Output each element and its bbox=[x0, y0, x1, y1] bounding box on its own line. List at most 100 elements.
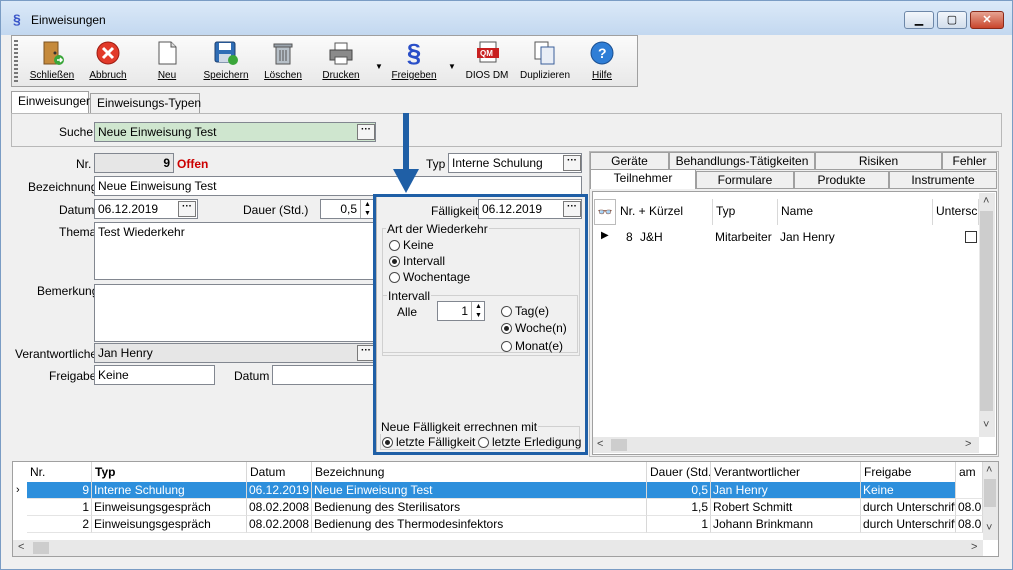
tab-instrumente[interactable]: Instrumente bbox=[889, 171, 997, 189]
print-toolbar-button[interactable]: Drucken bbox=[313, 40, 369, 84]
grid-header-nr[interactable]: Nr. bbox=[27, 462, 92, 482]
tab-risiken[interactable]: Risiken bbox=[815, 152, 942, 170]
tab-formulare[interactable]: Formulare bbox=[696, 171, 794, 189]
cell-datum[interactable]: 08.02.2008 bbox=[247, 499, 312, 516]
tab-einweisungen[interactable]: Einweisungen bbox=[11, 91, 93, 113]
release-toolbar-button[interactable]: § Freigeben bbox=[386, 38, 442, 84]
thema-field[interactable]: Test Wiederkehr bbox=[94, 222, 384, 280]
verantwortlicher-label: Verantwortlicher bbox=[15, 347, 102, 361]
cell-freigabe[interactable]: durch Unterschrift bbox=[861, 499, 956, 516]
cancel-icon bbox=[95, 40, 121, 66]
save-toolbar-button[interactable]: Speichern bbox=[198, 40, 254, 84]
participants-header-nr[interactable]: Nr. + Kürzel bbox=[617, 199, 713, 225]
cell-am[interactable]: 08.02 bbox=[956, 499, 983, 516]
toolbar: Schließen Abbruch Neu Speichern Löschen bbox=[11, 35, 638, 87]
chevron-left-icon[interactable]: < bbox=[18, 541, 24, 553]
grid-header-typ[interactable]: Typ bbox=[92, 462, 247, 482]
tab-produkte[interactable]: Produkte bbox=[794, 171, 889, 189]
grid-header-datum[interactable]: Datum bbox=[247, 462, 312, 482]
participant-row[interactable]: 8 J&H Mitarbeiter Jan Henry bbox=[617, 229, 979, 245]
cell-freigabe[interactable]: durch Unterschrift bbox=[861, 516, 956, 533]
cell-bezeichnung[interactable]: Bedienung des Thermodesinfektors bbox=[312, 516, 647, 533]
cell-typ[interactable]: Einweisungsgespräch bbox=[92, 499, 247, 516]
records-vscroll[interactable]: ˄ ˅ bbox=[983, 462, 998, 540]
freigabe-datum-field[interactable] bbox=[272, 365, 382, 385]
chevron-down-icon[interactable]: ˅ bbox=[983, 419, 989, 431]
glasses-icon[interactable]: 👓 bbox=[594, 199, 616, 225]
release-dropdown-icon[interactable]: ▼ bbox=[448, 62, 456, 71]
cell-verantwortlicher[interactable]: Robert Schmitt bbox=[711, 499, 861, 516]
participants-header-unterschrift[interactable]: Untersch bbox=[933, 199, 979, 225]
scroll-thumb[interactable] bbox=[611, 439, 627, 451]
tab-teilnehmer[interactable]: Teilnehmer bbox=[590, 169, 696, 189]
close-button[interactable]: ✕ bbox=[970, 11, 1004, 29]
participant-signed-checkbox[interactable] bbox=[965, 231, 977, 243]
chevron-up-icon[interactable]: ˄ bbox=[983, 195, 989, 207]
grid-header-verantwortlicher[interactable]: Verantwortlicher bbox=[711, 462, 861, 482]
typ-ellipsis-button[interactable]: ··· bbox=[563, 155, 581, 171]
cell-typ[interactable]: Einweisungsgespräch bbox=[92, 516, 247, 533]
freigabe-field[interactable]: Keine bbox=[94, 365, 215, 385]
tab-einweisungs-typen[interactable]: Einweisungs-Typen bbox=[90, 93, 201, 113]
cell-nr[interactable]: 9 bbox=[27, 482, 92, 499]
scroll-thumb[interactable] bbox=[984, 479, 996, 507]
duplicate-toolbar-button[interactable]: Duplizieren bbox=[517, 40, 573, 84]
cell-am[interactable]: 08.02 bbox=[956, 516, 983, 533]
print-dropdown-icon[interactable]: ▼ bbox=[375, 62, 383, 71]
maximize-button[interactable]: ▢ bbox=[937, 11, 967, 29]
cell-typ[interactable]: Interne Schulung bbox=[92, 482, 247, 499]
tab-behandlungs-taetigkeiten[interactable]: Behandlungs-Tätigkeiten bbox=[669, 152, 815, 170]
title-bar: § Einweisungen ▁ ▢ ✕ bbox=[1, 1, 1012, 35]
records-hscroll[interactable]: < > bbox=[13, 540, 983, 556]
grid-header-freigabe[interactable]: Freigabe bbox=[861, 462, 956, 482]
verantwortlicher-field[interactable]: Jan Henry bbox=[94, 343, 376, 363]
cell-nr[interactable]: 2 bbox=[27, 516, 92, 533]
bemerkung-field[interactable] bbox=[94, 284, 384, 342]
toolbar-grip[interactable] bbox=[14, 40, 18, 82]
cell-freigabe[interactable]: Keine bbox=[861, 482, 956, 499]
cell-dauer[interactable]: 0,5 bbox=[647, 482, 711, 499]
tab-fehler[interactable]: Fehler bbox=[942, 152, 997, 170]
new-toolbar-button[interactable]: Neu bbox=[139, 40, 195, 84]
close-toolbar-button[interactable]: Schließen bbox=[24, 40, 80, 84]
grid-header-am[interactable]: am bbox=[956, 462, 983, 482]
grid-header-bezeichnung[interactable]: Bezeichnung bbox=[312, 462, 647, 482]
search-input[interactable]: Neue Einweisung Test bbox=[94, 122, 376, 142]
tab-geraete[interactable]: Geräte bbox=[590, 152, 669, 170]
typ-field[interactable]: Interne Schulung bbox=[448, 153, 582, 173]
bezeichnung-field[interactable]: Neue Einweisung Test bbox=[94, 176, 582, 196]
help-toolbar-button[interactable]: ? Hilfe bbox=[574, 40, 630, 84]
cell-nr[interactable]: 1 bbox=[27, 499, 92, 516]
grid-header-dauer[interactable]: Dauer (Std.) bbox=[647, 462, 711, 482]
dauer-spinner[interactable]: ▲ ▼ bbox=[360, 200, 374, 218]
scroll-thumb[interactable] bbox=[33, 542, 49, 554]
cell-dauer[interactable]: 1 bbox=[647, 516, 711, 533]
participants-vscroll[interactable]: ˄ ˅ bbox=[979, 193, 995, 437]
chevron-right-icon[interactable]: > bbox=[971, 541, 977, 553]
chevron-left-icon[interactable]: < bbox=[597, 438, 603, 450]
chevron-up-icon[interactable]: ˄ bbox=[986, 464, 992, 476]
cell-bezeichnung[interactable]: Bedienung des Sterilisators bbox=[312, 499, 647, 516]
participants-header-typ[interactable]: Typ bbox=[713, 199, 778, 225]
datum-picker-button[interactable]: ··· bbox=[178, 201, 196, 217]
participants-hscroll[interactable]: < > bbox=[593, 437, 979, 453]
chevron-down-icon[interactable]: ˅ bbox=[986, 522, 992, 534]
toolbar-label: Hilfe bbox=[591, 70, 612, 81]
cell-verantwortlicher[interactable]: Jan Henry bbox=[711, 482, 861, 499]
cancel-toolbar-button[interactable]: Abbruch bbox=[80, 40, 136, 84]
delete-toolbar-button[interactable]: Löschen bbox=[255, 40, 311, 84]
cell-datum[interactable]: 08.02.2008 bbox=[247, 516, 312, 533]
cell-verantwortlicher[interactable]: Johann Brinkmann bbox=[711, 516, 861, 533]
dios-dm-toolbar-button[interactable]: QM DIOS DM bbox=[459, 40, 515, 84]
minimize-button[interactable]: ▁ bbox=[904, 11, 934, 29]
cell-dauer[interactable]: 1,5 bbox=[647, 499, 711, 516]
cell-bezeichnung[interactable]: Neue Einweisung Test bbox=[312, 482, 647, 499]
cell-datum[interactable]: 06.12.2019 bbox=[247, 482, 312, 499]
participants-header-name[interactable]: Name bbox=[778, 199, 933, 225]
scroll-thumb[interactable] bbox=[980, 211, 993, 411]
search-ellipsis-button[interactable]: ··· bbox=[357, 124, 375, 140]
chevron-right-icon[interactable]: > bbox=[965, 438, 971, 450]
participant-typ: Mitarbeiter bbox=[715, 230, 772, 244]
app-window: § Einweisungen ▁ ▢ ✕ Schließen Abbruch N… bbox=[0, 0, 1013, 570]
cell-am[interactable] bbox=[956, 482, 983, 499]
